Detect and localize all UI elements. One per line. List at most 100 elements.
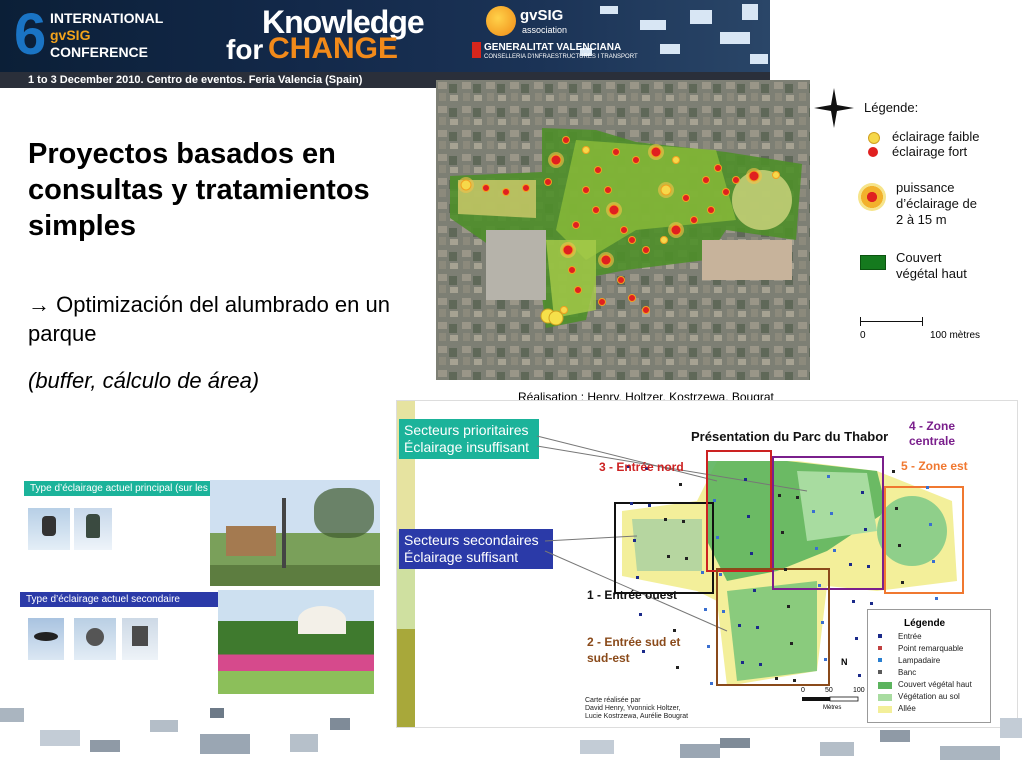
map2-marker — [685, 557, 688, 560]
map2-legend-swatch — [878, 670, 882, 674]
map2-marker — [667, 555, 670, 558]
zone1-label: 1 - Entrée ouest — [587, 588, 678, 602]
scale-tick-end — [922, 317, 923, 326]
map2-marker — [630, 502, 633, 505]
light-point — [560, 306, 568, 314]
zone4-line1: 4 - Zone — [909, 419, 956, 433]
light-point — [672, 156, 680, 164]
map2-legend-swatch — [878, 682, 892, 689]
light-point — [690, 216, 698, 224]
light-point — [562, 244, 574, 256]
map2-legend-item: Lampadaire — [898, 656, 941, 665]
map2-marker — [812, 510, 815, 513]
map2-marker — [849, 563, 852, 566]
map2-marker — [932, 560, 935, 563]
map2-marker — [756, 626, 759, 629]
light-point — [568, 266, 576, 274]
map2-marker — [861, 491, 864, 494]
slide-subnote: (buffer, cálculo de área) — [28, 368, 260, 393]
light-point — [598, 298, 606, 306]
light-point — [628, 294, 636, 302]
map2-marker — [775, 677, 778, 680]
light-point — [604, 186, 612, 194]
slide-header: 6 INTERNATIONAL gvSIG CONFERENCE Knowled… — [0, 0, 1024, 88]
map2-marker — [858, 674, 861, 677]
map2-marker — [781, 531, 784, 534]
fort-marker-icon — [868, 147, 878, 157]
gvsig-sub: association — [522, 25, 568, 35]
slide-title: Proyectos basados en consultas y tratami… — [28, 138, 370, 242]
light-point — [632, 156, 640, 164]
map2-marker — [784, 568, 787, 571]
light-point — [748, 170, 760, 182]
generalitat-sub: CONSELLERIA D'INFRAESTRUCTURES I TRANSPO… — [484, 54, 638, 60]
map2-marker — [824, 658, 827, 661]
light-point — [620, 226, 628, 234]
legend-puissance: puissance d’éclairage de 2 à 15 m — [896, 180, 977, 227]
aerial-map-legend: Légende: éclairage faible éclairage fort… — [812, 80, 988, 380]
light-point — [714, 164, 722, 172]
map2-marker — [867, 565, 870, 568]
scale-bar — [860, 321, 922, 322]
lamp-icon — [86, 514, 100, 538]
map2-marker — [707, 645, 710, 648]
map2-marker — [639, 613, 642, 616]
map2-marker — [778, 494, 781, 497]
map2-marker — [759, 663, 762, 666]
kiosk-photo — [210, 480, 380, 586]
map2-marker — [855, 637, 858, 640]
scale-100: 100 — [853, 687, 865, 694]
lamp-photo-3 — [28, 618, 64, 660]
bandstand-shape — [298, 606, 346, 634]
light-point — [544, 178, 552, 186]
light-point — [722, 188, 730, 196]
scale-end: 100 mètres — [930, 330, 981, 341]
compass-icon — [814, 88, 854, 128]
aerial-lighting-map — [436, 80, 810, 380]
map2-marker — [870, 602, 873, 605]
generalitat-logo-icon — [472, 42, 481, 58]
map2-marker — [747, 515, 750, 518]
map2-legend-swatch — [878, 658, 882, 662]
light-point — [460, 179, 472, 191]
light-point — [572, 221, 580, 229]
scale-tick-start — [860, 317, 861, 326]
map2-marker — [892, 470, 895, 473]
map2-marker — [793, 679, 796, 682]
legend-couvert: Couvert végétal haut — [896, 250, 967, 281]
light-point — [582, 146, 590, 154]
lamp-icon — [86, 628, 104, 646]
generalitat-name: GENERALITAT VALENCIANA — [484, 42, 622, 53]
map2-marker — [901, 581, 904, 584]
light-point — [594, 166, 602, 174]
light-point-faible — [548, 310, 564, 326]
light-point — [670, 224, 682, 236]
faible-marker-icon — [868, 132, 880, 144]
map2-legend-swatch — [878, 646, 882, 650]
light-point — [772, 171, 780, 179]
map2-marker — [787, 605, 790, 608]
zone4-line2: centrale — [909, 434, 956, 448]
map2-legend-item: Entrée — [898, 632, 922, 641]
map2-marker — [673, 629, 676, 632]
map2-marker — [701, 571, 704, 574]
conference-number: 6 — [14, 2, 47, 67]
kiosk-shape — [226, 526, 276, 556]
map2-marker — [926, 486, 929, 489]
map2-marker — [753, 589, 756, 592]
map2-marker — [833, 549, 836, 552]
lamp-photo-1 — [28, 508, 70, 550]
conference-date: 1 to 3 December 2010. Centro de eventos.… — [28, 74, 363, 86]
map2-marker — [713, 499, 716, 502]
lamppost-shape — [282, 498, 286, 568]
map2-marker — [664, 518, 667, 521]
map2-marker — [750, 552, 753, 555]
light-point — [612, 148, 620, 156]
conference-line-2: gvSIG — [50, 27, 91, 43]
map2-marker — [722, 610, 725, 613]
map2-marker — [676, 666, 679, 669]
zone5-label: 5 - Zone est — [901, 459, 968, 473]
conference-line-1: INTERNATIONAL — [50, 10, 164, 26]
map2-marker — [642, 650, 645, 653]
light-point — [550, 154, 562, 166]
